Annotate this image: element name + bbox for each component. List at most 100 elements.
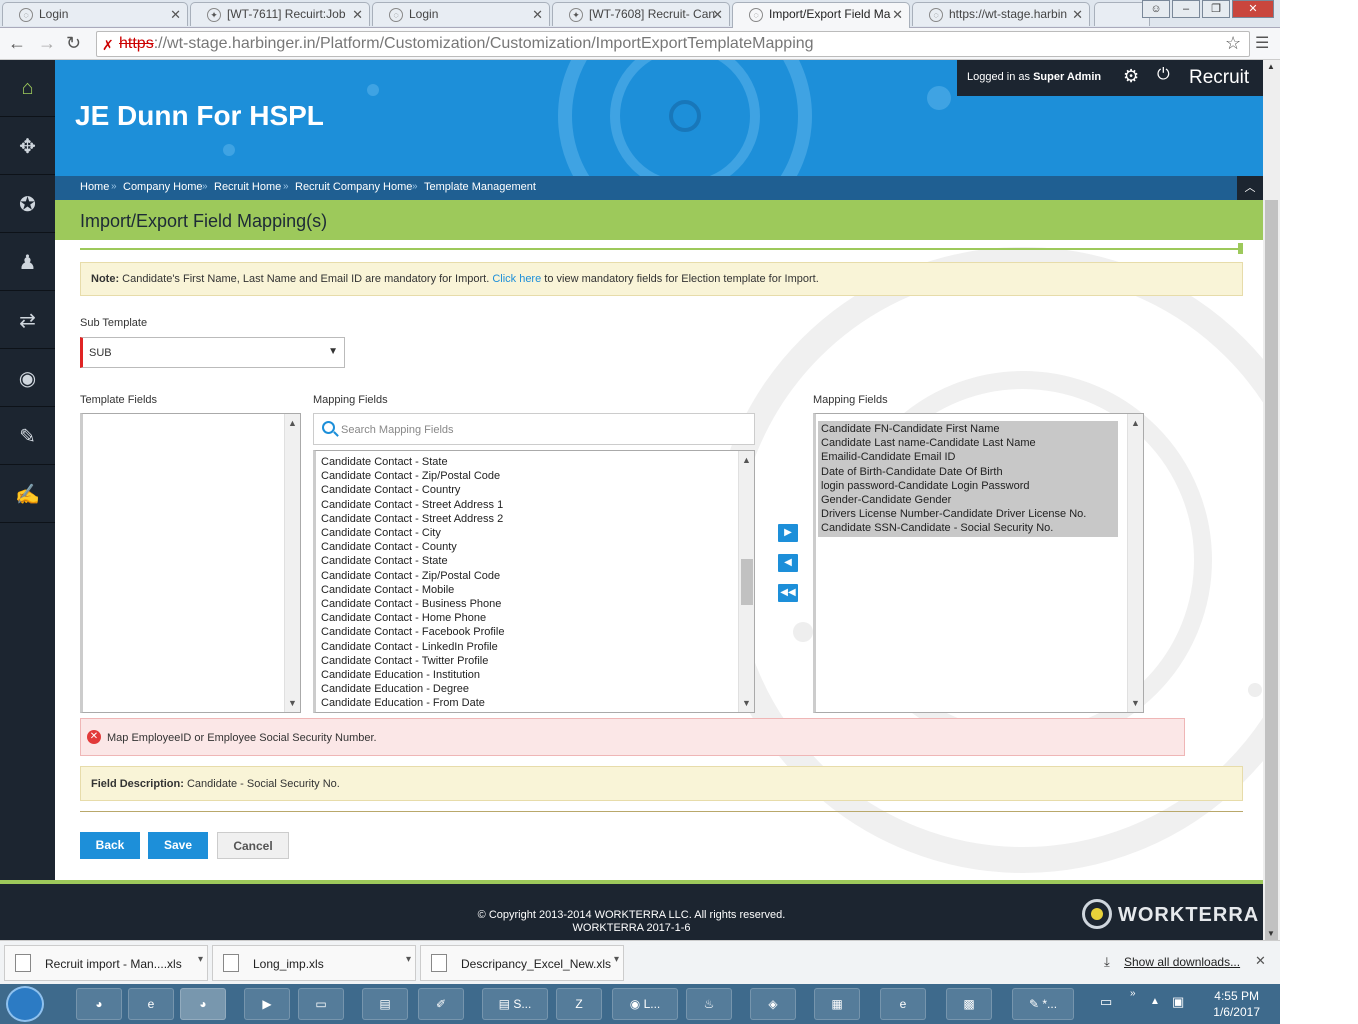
list-item[interactable]: Candidate Contact - Home Phone	[318, 611, 504, 625]
chrome-icon[interactable]: ◕	[180, 988, 226, 1020]
home-icon[interactable]: ⌂	[0, 60, 55, 117]
chrome-icon[interactable]: ◕	[76, 988, 122, 1020]
list-item[interactable]: Candidate Contact - Street Address 1	[318, 498, 504, 512]
mapping-fields-list[interactable]: Candidate Contact - State Candidate Cont…	[313, 450, 755, 713]
close-window-icon[interactable]: ✕	[1232, 0, 1274, 18]
excel-icon[interactable]: ▩	[946, 988, 992, 1020]
list-item[interactable]: Candidate Contact - Zip/Postal Code	[318, 469, 504, 483]
scroll-thumb[interactable]	[741, 559, 753, 605]
gear-icon[interactable]: ⚙	[1123, 66, 1139, 87]
forward-arrow-icon[interactable]: →	[38, 33, 56, 54]
close-icon[interactable]: ✕	[532, 7, 543, 23]
list-item[interactable]: Candidate Contact - LinkedIn Profile	[318, 640, 504, 654]
flame-icon[interactable]: ♨	[686, 988, 732, 1020]
scroll-thumb[interactable]	[1265, 200, 1278, 980]
form-edit-icon[interactable]: ✍	[0, 466, 55, 523]
download-item[interactable]: Long_imp.xls ▾	[212, 945, 416, 981]
ie-icon[interactable]: e	[128, 988, 174, 1020]
list-item[interactable]: Drivers License Number-Candidate Driver …	[818, 507, 1118, 521]
chevron-icon[interactable]: »	[1130, 988, 1136, 999]
close-icon[interactable]: ✕	[712, 7, 723, 23]
breadcrumb-company-home[interactable]: Company Home	[123, 181, 202, 193]
taskbar-app[interactable]: ✎ *...	[1012, 988, 1074, 1020]
zoom-icon[interactable]: Z	[556, 988, 602, 1020]
cancel-button[interactable]: Cancel	[217, 832, 289, 859]
ie-icon[interactable]: e	[880, 988, 926, 1020]
list-item[interactable]: Candidate Education - Institution	[318, 668, 504, 682]
browser-tab[interactable]: ◌ https://wt-stage.harbin ✕	[912, 2, 1090, 26]
paint-icon[interactable]: ✐	[418, 988, 464, 1020]
close-icon[interactable]: ✕	[1072, 7, 1083, 23]
scrollbar[interactable]: ▲ ▼	[738, 451, 754, 712]
list-item[interactable]: Candidate Contact - Street Address 2	[318, 512, 504, 526]
move-left-button[interactable]: ◀	[778, 554, 798, 572]
download-item[interactable]: Recruit import - Man....xls ▾	[4, 945, 208, 981]
list-item[interactable]: Candidate Education - Degree	[318, 682, 504, 696]
chevron-down-icon[interactable]: ▾	[614, 954, 619, 965]
browser-tab[interactable]: ◌ Login ✕	[372, 2, 550, 26]
tool-icon[interactable]: ◈	[750, 988, 796, 1020]
user-icon[interactable]: ♟	[0, 234, 55, 291]
page-scrollbar[interactable]: ▲ ▼	[1263, 60, 1280, 980]
back-arrow-icon[interactable]: ←	[8, 33, 26, 54]
media-player-icon[interactable]: ▶	[244, 988, 290, 1020]
list-item[interactable]: Candidate Contact - State	[318, 554, 504, 568]
url-input[interactable]: ✗ https://wt-stage.harbinger.in/Platform…	[96, 31, 1250, 57]
mandatory-fields-link[interactable]: Click here	[492, 273, 541, 285]
list-item[interactable]: Candidate Contact - Zip/Postal Code	[318, 569, 504, 583]
browser-tab[interactable]: ◌ Login ✕	[2, 2, 188, 26]
taskbar-app[interactable]: ◉ L...	[612, 988, 678, 1020]
breadcrumb-recruit-home[interactable]: Recruit Home	[214, 181, 281, 193]
move-right-button[interactable]: ▶	[778, 524, 798, 542]
mapped-fields-list[interactable]: Candidate FN-Candidate First Name Candid…	[813, 413, 1144, 713]
collapse-chevron-icon[interactable]: ︿	[1237, 176, 1263, 200]
list-item[interactable]: Candidate Contact - Mobile	[318, 583, 504, 597]
list-item[interactable]: Emailid-Candidate Email ID	[818, 450, 1118, 464]
chevron-down-icon[interactable]: ▾	[406, 954, 411, 965]
folder-icon[interactable]: ▭	[298, 988, 344, 1020]
sub-template-select[interactable]: SUB ▼	[80, 337, 345, 368]
scrollbar[interactable]: ▲ ▼	[284, 414, 300, 712]
list-item[interactable]: Candidate Contact - State	[318, 455, 504, 469]
reload-icon[interactable]: ↻	[66, 33, 81, 54]
back-button[interactable]: Back	[80, 832, 140, 859]
list-item[interactable]: Candidate Last name-Candidate Last Name	[818, 436, 1118, 450]
list-item[interactable]: Candidate Contact - City	[318, 526, 504, 540]
browser-tab[interactable]: ✦ [WT-7611] Recuirt:Job ✕	[190, 2, 370, 26]
list-item[interactable]: Candidate Education - From Date	[318, 696, 504, 710]
puzzle-icon[interactable]: ✥	[0, 118, 55, 175]
toolbox-icon[interactable]: ✎	[0, 408, 55, 465]
bookmark-star-icon[interactable]: ☆	[1225, 33, 1241, 54]
calculator-icon[interactable]: ▦	[814, 988, 860, 1020]
folder-tray-icon[interactable]: ▭	[1100, 994, 1112, 1010]
breadcrumb-recruit-company-home[interactable]: Recruit Company Home	[295, 181, 412, 193]
user-star-icon[interactable]: ✪	[0, 176, 55, 233]
chat-icon[interactable]: ◉	[0, 350, 55, 407]
breadcrumb-home[interactable]: Home	[80, 181, 109, 193]
template-fields-list[interactable]: ▲ ▼	[80, 413, 301, 713]
show-all-downloads-link[interactable]: Show all downloads...	[1124, 955, 1240, 969]
server-icon[interactable]: ▤	[362, 988, 408, 1020]
power-icon[interactable]: ⏻	[1157, 66, 1170, 84]
chevron-down-icon[interactable]: ▾	[198, 954, 203, 965]
list-item[interactable]: Candidate Contact - Country	[318, 483, 504, 497]
maximize-icon[interactable]: ❐	[1202, 0, 1230, 18]
close-icon[interactable]: ✕	[352, 7, 363, 23]
list-item[interactable]: Candidate Contact - Twitter Profile	[318, 654, 504, 668]
list-item[interactable]: Candidate Contact - Business Phone	[318, 597, 504, 611]
breadcrumb-template-management[interactable]: Template Management	[424, 181, 536, 193]
move-all-left-button[interactable]: ◀◀	[778, 584, 798, 602]
scrollbar[interactable]: ▲ ▼	[1127, 414, 1143, 712]
list-item[interactable]: Gender-Candidate Gender	[818, 493, 1118, 507]
browser-tab-active[interactable]: ◌ Import/Export Field Ma ✕	[732, 2, 910, 28]
list-item[interactable]: Candidate Contact - Facebook Profile	[318, 625, 504, 639]
list-item[interactable]: Date of Birth-Candidate Date Of Birth	[818, 465, 1118, 479]
windows-start-icon[interactable]	[6, 986, 44, 1022]
close-icon[interactable]: ✕	[170, 7, 181, 23]
close-icon[interactable]: ✕	[1255, 953, 1266, 969]
list-item[interactable]: Candidate FN-Candidate First Name	[818, 422, 1118, 436]
list-item[interactable]: Candidate SSN-Candidate - Social Securit…	[818, 521, 1118, 535]
search-mapping-fields-input[interactable]: Search Mapping Fields	[313, 413, 755, 445]
taskbar-app[interactable]: ▤ S...	[482, 988, 548, 1020]
save-button[interactable]: Save	[148, 832, 208, 859]
